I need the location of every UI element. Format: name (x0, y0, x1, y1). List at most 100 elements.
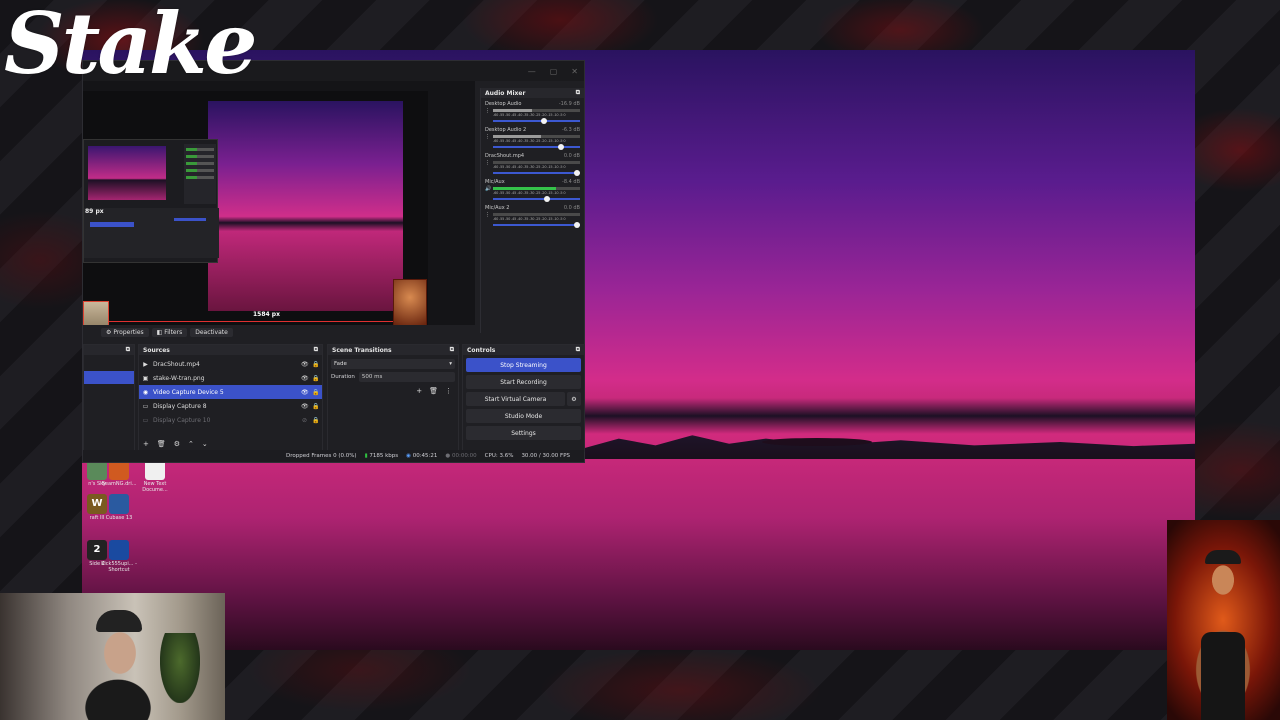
mixer-channel: Desktop Audio 2 -6.3 dB ⋮ -60 -55 -50 -45 -… (481, 124, 584, 150)
visibility-eye-icon[interactable]: 👁 (301, 403, 309, 410)
desktop-icon[interactable]: BeamNG.dri... (100, 460, 138, 487)
volume-meter (493, 187, 580, 190)
wallpaper-island (762, 438, 872, 446)
lock-icon[interactable]: 🔒 (312, 389, 319, 396)
volume-meter (493, 161, 580, 164)
transition-toolbar: + 🗑 ⋮ (328, 382, 458, 400)
close-icon[interactable]: ✕ (571, 67, 578, 76)
move-down-icon[interactable]: ⌄ (202, 440, 208, 448)
transition-selected-value: Fade (334, 361, 347, 367)
lock-icon[interactable]: 🔒 (312, 361, 319, 368)
stop-streaming-button[interactable]: Stop Streaming (466, 358, 581, 372)
properties-button[interactable]: ⚙ Properties (101, 327, 149, 337)
visibility-eye-icon[interactable]: 👁 (301, 375, 309, 382)
audio-mixer-title: Audio Mixer (485, 89, 526, 97)
nested-docks (84, 208, 219, 258)
volume-slider[interactable] (493, 144, 580, 150)
add-icon[interactable]: + (143, 440, 149, 448)
preview-area[interactable]: 89 px 1584 px (83, 81, 475, 339)
dock-float-icon[interactable]: ⧉ (576, 346, 580, 354)
visibility-eye-icon[interactable]: 👁 (301, 361, 309, 368)
visibility-eye-icon[interactable]: ⊘ (301, 417, 308, 424)
source-item[interactable]: ◉ Video Capture Device 5 👁 🔒 (139, 385, 322, 399)
channel-name: Mic/Aux 2 (485, 205, 510, 211)
dock-title: Scene Transitions ⧉ (328, 345, 458, 355)
dock-float-icon[interactable]: ⧉ (450, 346, 454, 354)
stream-time-value: 00:45:21 (412, 453, 438, 459)
channel-name: Desktop Audio (485, 101, 522, 107)
transition-select[interactable]: Fade ▾ (331, 359, 455, 369)
bitrate-indicator: ▮ 7185 kbps (365, 453, 399, 459)
preview-wallpaper (208, 101, 403, 311)
monitor-icon: ▭ (142, 416, 149, 424)
menu-icon[interactable]: ⋮ (485, 134, 491, 140)
source-item[interactable]: ▭ Display Capture 8 👁 🔒 (139, 399, 322, 413)
controls-dock: Controls ⧉ Stop Streaming Start Recording… (462, 344, 585, 452)
dock-title: Controls ⧉ (463, 345, 584, 355)
trash-icon[interactable]: 🗑 (429, 387, 438, 395)
maximize-icon[interactable]: ▢ (550, 67, 558, 76)
more-icon[interactable]: ⋮ (445, 387, 452, 395)
lock-icon[interactable]: 🔒 (312, 417, 319, 424)
meter-scale: -60 -55 -50 -45 -40 -35 -30 -25 -20 -15 … (493, 113, 566, 117)
stake-logo: Stake (4, 0, 258, 93)
visibility-eye-icon[interactable]: 👁 (301, 389, 309, 396)
lock-icon[interactable]: 🔒 (312, 403, 319, 410)
start-recording-button[interactable]: Start Recording (466, 375, 581, 389)
dock-float-icon[interactable]: ⧉ (576, 89, 580, 97)
desktop-icon[interactable]: Cubase 13 (100, 494, 138, 521)
menu-icon[interactable]: ⋮ (485, 108, 491, 114)
duration-input[interactable]: 500 ms (358, 372, 455, 382)
meter-scale: -60 -55 -50 -45 -40 -35 -30 -25 -20 -15 … (493, 191, 566, 195)
minimize-icon[interactable]: — (528, 67, 536, 76)
move-up-icon[interactable]: ⌃ (188, 440, 194, 448)
dropped-frames: Dropped Frames 0 (0.0%) (285, 453, 357, 459)
desktop-icon[interactable]: New Text Docume... (136, 460, 174, 493)
speaker-icon[interactable]: 🔊 (485, 186, 491, 192)
virtual-camera-settings-icon[interactable]: ⚙ (567, 392, 581, 406)
desktop-icon[interactable]: Kick555upi... - Shortcut (100, 540, 138, 573)
channel-name: DracShout.mp4 (485, 153, 525, 159)
volume-slider-knob[interactable] (540, 118, 547, 124)
channel-header: DracShout.mp4 0.0 dB (485, 153, 580, 159)
document-icon (145, 460, 165, 480)
source-name: stake-W-tran.png (153, 374, 205, 382)
sources-dock: Sources ⧉ ▶ DracShout.mp4 👁 🔒 ▣ stake-W-tran.p… (138, 344, 323, 452)
filters-button[interactable]: ◧ Filters (151, 327, 188, 337)
source-item[interactable]: ▭ Display Capture 10 ⊘ 🔒 (139, 413, 322, 427)
volume-slider[interactable] (493, 170, 580, 176)
sources-toolbar: + 🗑 ⚙ ⌃ ⌄ (143, 440, 208, 448)
filters-label: Filters (164, 328, 183, 336)
start-virtual-camera-button[interactable]: Start Virtual Camera (466, 392, 565, 406)
trash-icon[interactable]: 🗑 (157, 440, 166, 448)
overlay-tanktop (1201, 632, 1245, 720)
webcam-feed (0, 593, 225, 720)
menu-icon[interactable]: ⋮ (485, 212, 491, 218)
desktop-icon-label: BeamNG.dri... (101, 481, 137, 487)
source-toolbar: ⚙ Properties ◧ Filters Deactivate (83, 325, 475, 339)
lock-icon[interactable]: 🔒 (312, 375, 319, 382)
studio-mode-button[interactable]: Studio Mode (466, 409, 581, 423)
preview-canvas[interactable]: 89 px 1584 px (83, 91, 428, 339)
source-item[interactable]: ▣ stake-W-tran.png 👁 🔒 (139, 371, 322, 385)
volume-meter (493, 109, 580, 112)
volume-slider-knob[interactable] (574, 222, 580, 228)
add-icon[interactable]: + (416, 387, 422, 395)
channel-header: Desktop Audio 2 -6.3 dB (485, 127, 580, 133)
background-plant (160, 633, 200, 703)
dock-title: ⧉ (84, 345, 134, 355)
scene-item-selected[interactable] (84, 371, 134, 384)
dock-float-icon[interactable]: ⧉ (126, 346, 130, 354)
stream-time: ◉ 00:45:21 (406, 453, 437, 459)
gear-icon[interactable]: ⚙ (174, 440, 180, 448)
deactivate-button[interactable]: Deactivate (190, 327, 233, 337)
volume-slider[interactable] (493, 196, 580, 202)
volume-slider-knob[interactable] (574, 170, 580, 176)
dock-float-icon[interactable]: ⧉ (314, 346, 318, 354)
transitions-title: Scene Transitions (332, 346, 392, 354)
source-item[interactable]: ▶ DracShout.mp4 👁 🔒 (139, 357, 322, 371)
volume-slider[interactable] (493, 118, 580, 124)
settings-button[interactable]: Settings (466, 426, 581, 440)
menu-icon[interactable]: ⋮ (485, 160, 491, 166)
volume-slider[interactable] (493, 222, 580, 228)
